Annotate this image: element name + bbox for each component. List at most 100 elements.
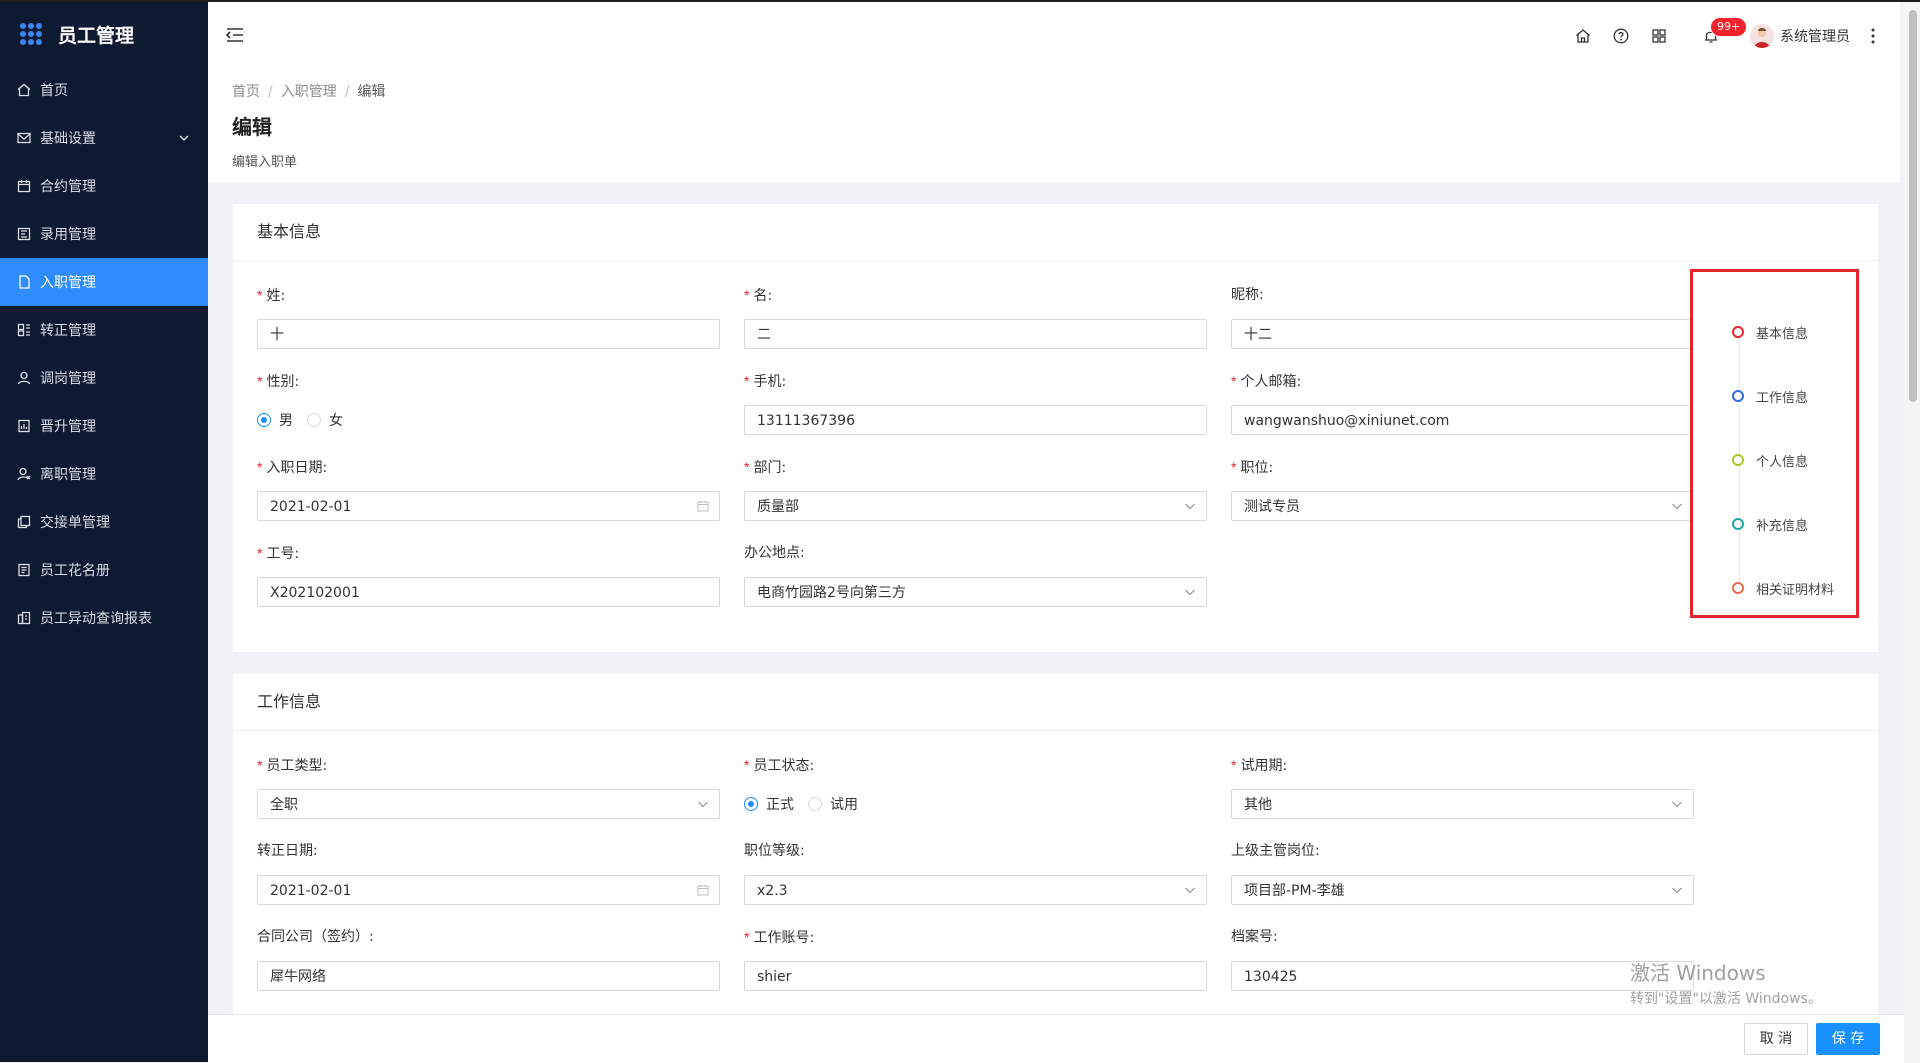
- notification-button[interactable]: 99+: [1702, 17, 1748, 45]
- anchor-dot-icon: [1732, 326, 1744, 338]
- sidebar-item-onboarding[interactable]: 入职管理: [0, 258, 208, 306]
- position-select[interactable]: 测试专员: [1231, 491, 1694, 521]
- sidebar-item-hiring[interactable]: 录用管理: [0, 210, 208, 258]
- employee-type-field: * 员工类型: 全职: [257, 754, 720, 819]
- given-name-input[interactable]: 二: [744, 319, 1207, 349]
- regular-date-picker[interactable]: 2021-02-01: [257, 875, 720, 905]
- page-header: 首页 / 入职管理 / 编辑 编辑 编辑入职单: [208, 68, 1900, 182]
- avatar[interactable]: [1750, 24, 1774, 48]
- entry-date-picker[interactable]: 2021-02-01: [257, 491, 720, 521]
- sidebar-item-roster[interactable]: 员工花名册: [0, 546, 208, 594]
- breadcrumb: 首页 / 入职管理 / 编辑: [232, 84, 386, 100]
- probation-field: * 试用期: 其他: [1231, 754, 1694, 819]
- gender-radio-male[interactable]: 男: [257, 410, 293, 430]
- employee-status-radio-group: 正式 试用: [744, 789, 1207, 819]
- page-scrollbar[interactable]: [1904, 2, 1920, 1062]
- sidebar-item-label: 交接单管理: [40, 515, 110, 531]
- email-input[interactable]: wangwanshuo@xiniunet.com: [1231, 405, 1694, 435]
- chevron-down-icon: [1185, 887, 1195, 894]
- gender-field: * 性别: 男 女: [257, 370, 720, 435]
- sidebar-item-change-report[interactable]: 员工异动查询报表: [0, 594, 208, 642]
- form-footer: 取 消 保 存: [208, 1014, 1904, 1063]
- top-header: 99+ 系统管理员: [208, 2, 1900, 69]
- mail-icon: [17, 132, 31, 144]
- chevron-down-icon: [1672, 801, 1682, 808]
- report-icon: [17, 611, 31, 625]
- position-field: * 职位: 测试专员: [1231, 456, 1694, 521]
- chevron-down-icon[interactable]: [178, 132, 190, 144]
- employee-status-field: * 员工状态: 正式 试用: [744, 754, 1207, 819]
- more-vertical-icon[interactable]: [1866, 27, 1880, 45]
- anchor-dot-icon: [1732, 454, 1744, 466]
- scrollbar-thumb[interactable]: [1909, 10, 1917, 402]
- sidebar-item-label: 晋升管理: [40, 419, 96, 435]
- user-avatar-icon: [1750, 24, 1774, 48]
- save-button[interactable]: 保 存: [1816, 1023, 1880, 1055]
- email-field: * 个人邮箱: wangwanshuo@xiniunet.com: [1231, 370, 1694, 435]
- breadcrumb-onboarding[interactable]: 入职管理: [281, 84, 337, 100]
- phone-label: 手机:: [753, 374, 787, 390]
- sidebar-item-label: 首页: [40, 83, 68, 99]
- contract-company-input[interactable]: 犀牛网络: [257, 961, 720, 991]
- anchor-basic-info[interactable]: 基本信息: [1732, 322, 1808, 342]
- sidebar-item-resignation[interactable]: 离职管理: [0, 450, 208, 498]
- phone-field: * 手机: 13111367396: [744, 370, 1207, 435]
- status-radio-regular[interactable]: 正式: [744, 794, 794, 814]
- app-title: 员工管理: [58, 24, 135, 47]
- windows-activation-watermark: 激活 Windows 转到"设置"以激活 Windows。: [1630, 961, 1822, 1007]
- sidebar-item-regularization[interactable]: 转正管理: [0, 306, 208, 354]
- app-logo[interactable]: 员工管理: [0, 2, 208, 66]
- home-icon[interactable]: [1574, 27, 1592, 45]
- office-select[interactable]: 电商竹园路2号向第三方: [744, 577, 1207, 607]
- sidebar-item-contracts[interactable]: 合约管理: [0, 162, 208, 210]
- supervisor-select[interactable]: 项目部-PM-李雄: [1231, 875, 1694, 905]
- username[interactable]: 系统管理员: [1780, 26, 1850, 46]
- section-title-basic-info: 基本信息: [233, 204, 1878, 261]
- user-icon: [17, 371, 31, 385]
- sidebar-item-transfer[interactable]: 调岗管理: [0, 354, 208, 402]
- work-account-label: 工作账号:: [753, 930, 815, 946]
- layout-icon: [17, 323, 30, 337]
- office-label: 办公地点:: [744, 545, 805, 561]
- sidebar-item-label: 基础设置: [40, 131, 96, 147]
- apps-icon[interactable]: [1650, 27, 1668, 45]
- anchor-dot-icon: [1732, 390, 1744, 402]
- anchor-certificates[interactable]: 相关证明材料: [1732, 578, 1834, 598]
- surname-field: * 姓: 十: [257, 284, 720, 349]
- help-icon[interactable]: [1612, 27, 1630, 45]
- regular-date-label: 转正日期:: [257, 843, 318, 859]
- sidebar-item-home[interactable]: 首页: [0, 66, 208, 114]
- surname-input[interactable]: 十: [257, 319, 720, 349]
- employee-no-label: 工号:: [266, 546, 300, 562]
- breadcrumb-home[interactable]: 首页: [232, 84, 260, 100]
- chevron-down-icon: [1185, 589, 1195, 596]
- sidebar-item-basic-settings[interactable]: 基础设置: [0, 114, 208, 162]
- anchor-work-info[interactable]: 工作信息: [1732, 386, 1808, 406]
- menu-collapse-icon[interactable]: [224, 24, 246, 46]
- nickname-input[interactable]: 十二: [1231, 319, 1694, 349]
- office-field: 办公地点: 电商竹园路2号向第三方: [744, 542, 1207, 607]
- sidebar-item-label: 入职管理: [40, 275, 96, 291]
- anchor-personal-info[interactable]: 个人信息: [1732, 450, 1808, 470]
- work-account-field: * 工作账号: shier: [744, 926, 1207, 991]
- home-icon: [17, 83, 31, 97]
- gender-radio-female[interactable]: 女: [307, 410, 343, 430]
- work-account-input[interactable]: shier: [744, 961, 1207, 991]
- phone-input[interactable]: 13111367396: [744, 405, 1207, 435]
- sidebar-item-promotion[interactable]: 晋升管理: [0, 402, 208, 450]
- notification-badge: 99+: [1710, 17, 1748, 37]
- cancel-button[interactable]: 取 消: [1744, 1023, 1808, 1055]
- sidebar-item-label: 员工异动查询报表: [40, 611, 152, 627]
- employee-type-select[interactable]: 全职: [257, 789, 720, 819]
- employee-no-input[interactable]: X202102001: [257, 577, 720, 607]
- position-level-select[interactable]: x2.3: [744, 875, 1207, 905]
- anchor-supplementary-info[interactable]: 补充信息: [1732, 514, 1808, 534]
- archive-no-input[interactable]: 130425: [1231, 961, 1694, 991]
- status-radio-probation[interactable]: 试用: [808, 794, 858, 814]
- chevron-down-icon: [1672, 887, 1682, 894]
- department-label: 部门:: [753, 460, 787, 476]
- sidebar-item-handover[interactable]: 交接单管理: [0, 498, 208, 546]
- page-subtitle: 编辑入职单: [232, 155, 298, 170]
- department-select[interactable]: 质量部: [744, 491, 1207, 521]
- probation-select[interactable]: 其他: [1231, 789, 1694, 819]
